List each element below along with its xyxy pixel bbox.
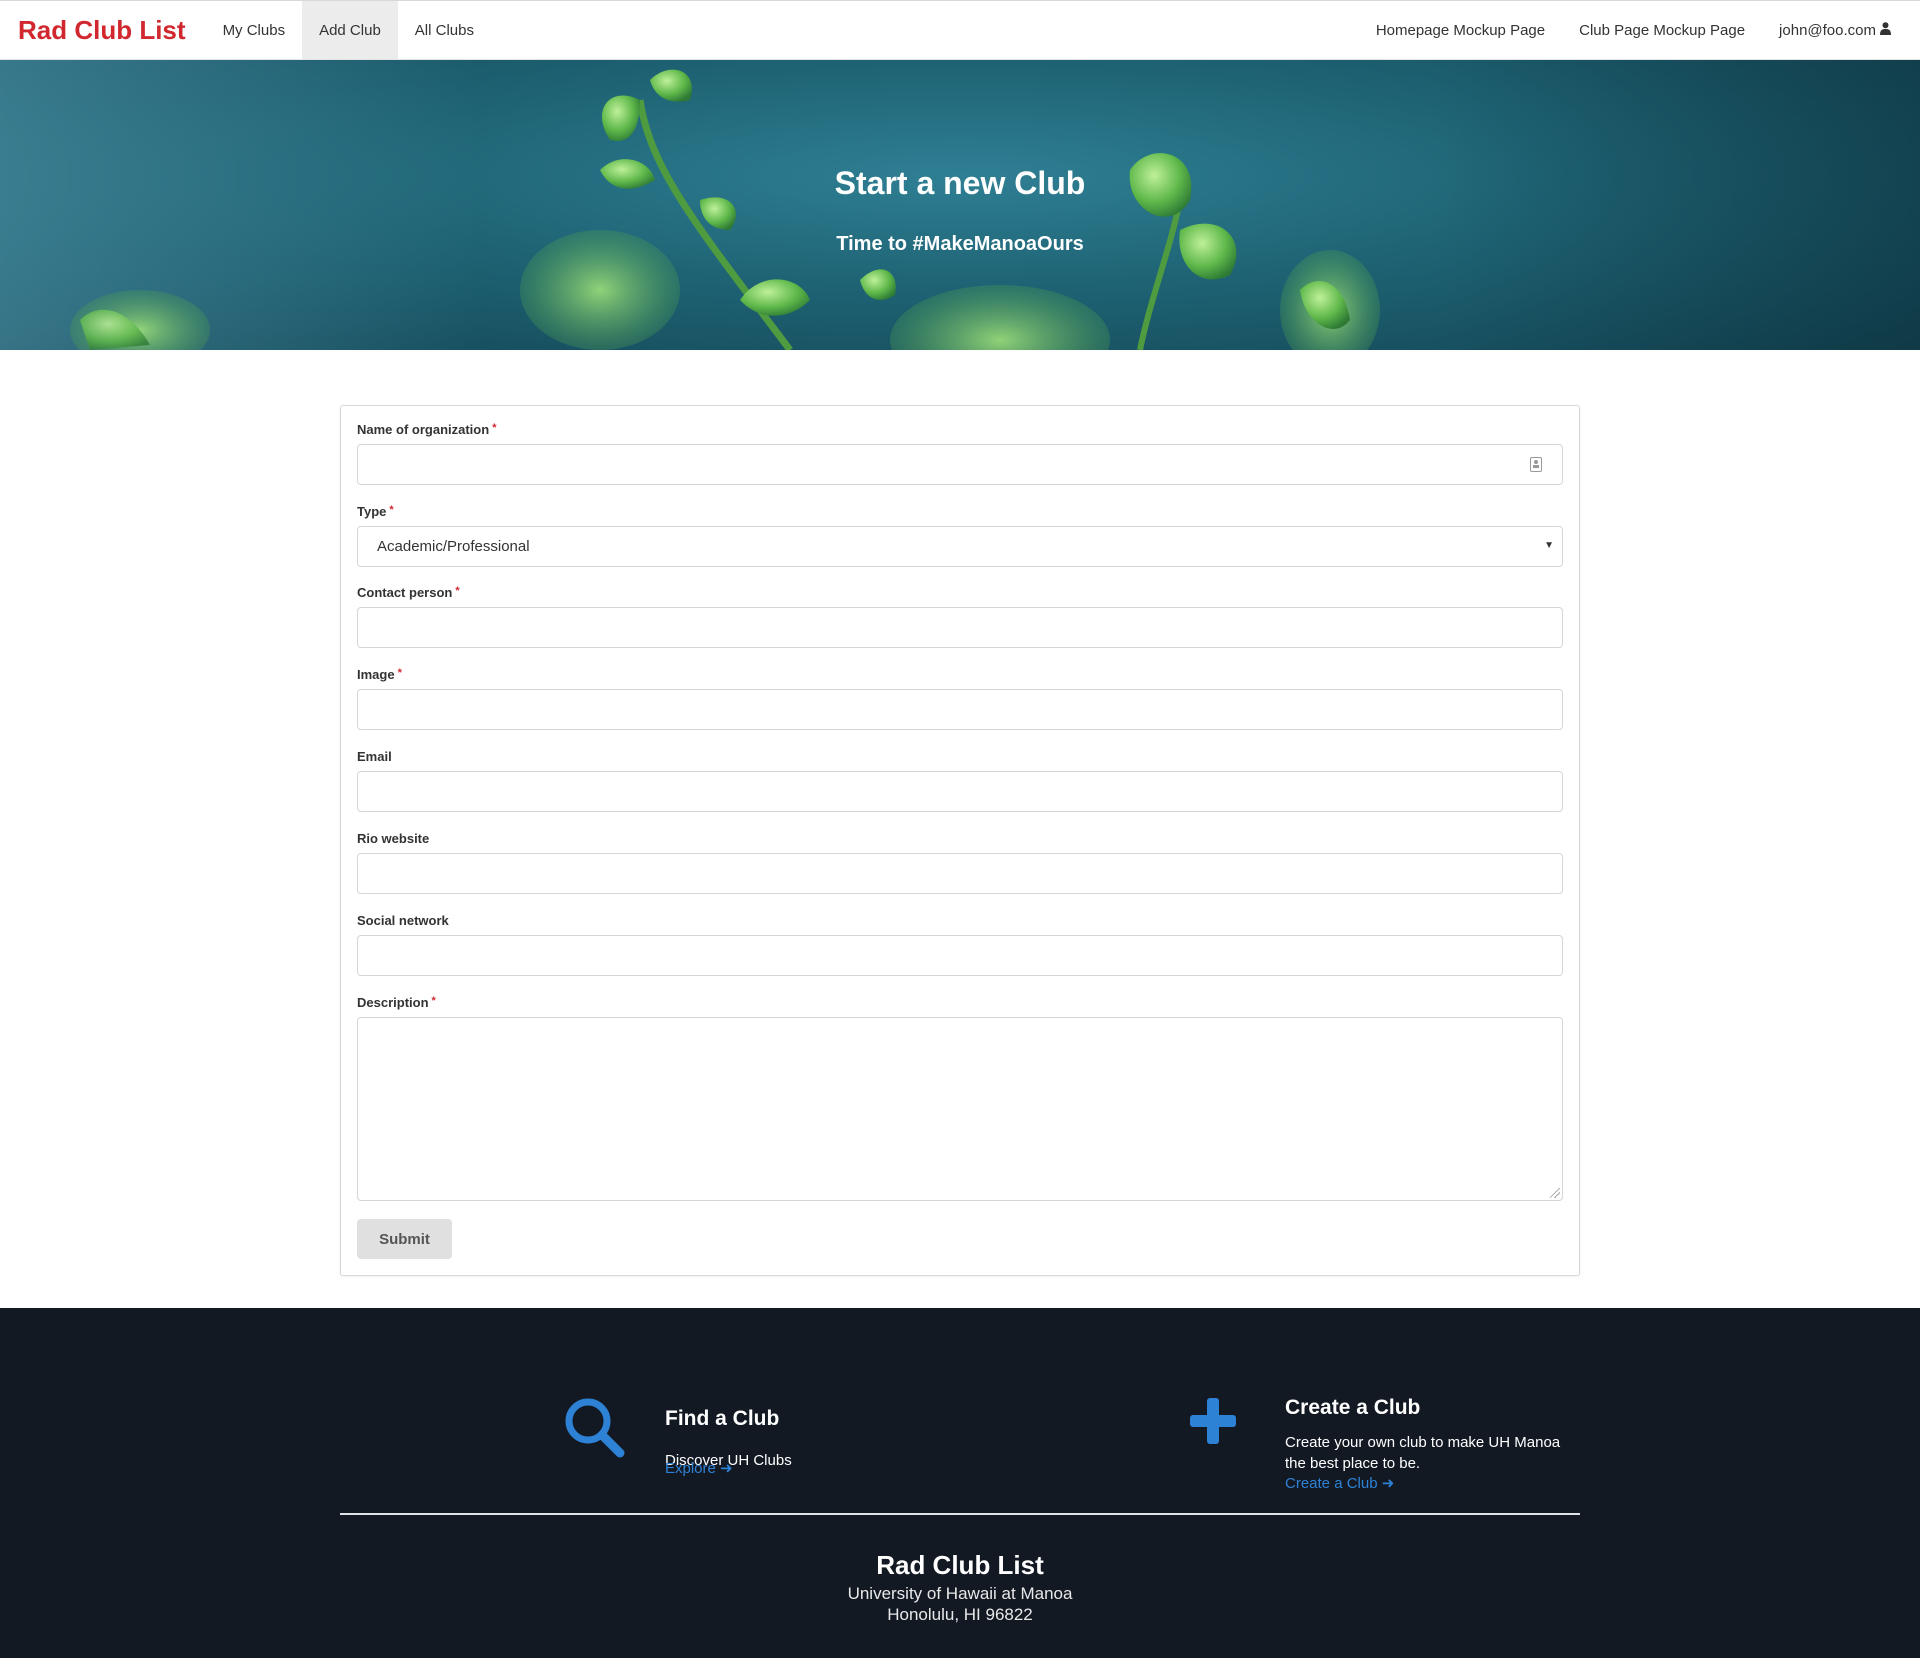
field-label: Name of organization * (357, 422, 497, 437)
find-club-title: Find a Club (665, 1407, 780, 1430)
footer-address-line2: Honolulu, HI 96822 (887, 1605, 1033, 1624)
hero-plant-image (70, 69, 1380, 350)
rio-website-input[interactable] (357, 853, 1563, 894)
field-label: Type * (357, 504, 394, 519)
nav-my-clubs[interactable]: My Clubs (206, 1, 303, 59)
contact-card-icon (1530, 457, 1542, 472)
user-icon (1880, 21, 1891, 39)
explore-link[interactable]: Explore ➜ (665, 1459, 733, 1477)
user-email: john@foo.com (1779, 21, 1876, 39)
nav-all-clubs[interactable]: All Clubs (398, 1, 491, 59)
chevron-down-icon: ▼ (1544, 540, 1554, 551)
organization-name-input[interactable] (357, 444, 1563, 485)
field-rio-website: Rio website (357, 831, 1563, 894)
hero-banner: Start a new Club Time to #MakeManoaOurs (0, 60, 1920, 350)
arrow-right-icon: ➜ (720, 1460, 733, 1477)
field-description: Description * (357, 995, 1563, 1201)
required-marker: * (455, 585, 460, 597)
hero-title: Start a new Club (834, 165, 1086, 201)
field-label: Rio website (357, 831, 430, 846)
nav-club-page-mockup[interactable]: Club Page Mockup Page (1562, 1, 1762, 59)
create-club-text-line1: Create your own club to make UH Manoa (1285, 1434, 1561, 1451)
field-label: Contact person * (357, 585, 460, 600)
required-marker: * (389, 504, 394, 516)
email-input[interactable] (357, 771, 1563, 812)
field-contact-person: Contact person * (357, 585, 1563, 648)
nav-right: Homepage Mockup Page Club Page Mockup Pa… (1359, 1, 1920, 59)
field-label: Description * (357, 995, 436, 1010)
brand-logo[interactable]: Rad Club List (0, 1, 206, 59)
footer-brand: Rad Club List (876, 1550, 1044, 1580)
field-label: Email (357, 749, 392, 764)
create-club-text-line2: the best place to be. (1285, 1455, 1421, 1472)
user-menu[interactable]: john@foo.com (1762, 1, 1908, 59)
field-type: Type * Academic/Professional ▼ (357, 504, 1563, 567)
field-email: Email (357, 749, 1563, 812)
footer: Find a Club Discover UH Clubs Explore ➜ … (0, 1308, 1920, 1658)
nav-homepage-mockup[interactable]: Homepage Mockup Page (1359, 1, 1562, 59)
description-textarea[interactable] (357, 1017, 1563, 1201)
image-input[interactable] (357, 689, 1563, 730)
footer-address-line1: University of Hawaii at Manoa (847, 1584, 1073, 1603)
field-label: Social network (357, 913, 449, 928)
required-marker: * (397, 667, 402, 679)
field-label: Image * (357, 667, 402, 682)
required-marker: * (492, 422, 497, 434)
footer-divider (340, 1513, 1580, 1515)
field-image: Image * (357, 667, 1563, 730)
create-club-title: Create a Club (1285, 1396, 1421, 1419)
field-name-of-organization: Name of organization * (357, 422, 1563, 485)
arrow-right-icon: ➜ (1381, 1475, 1395, 1492)
add-club-form: Name of organization * Type * Academic/Pro… (340, 405, 1580, 1276)
resize-handle-icon[interactable] (1550, 1188, 1560, 1198)
type-select[interactable]: Academic/Professional ▼ (357, 526, 1563, 567)
social-network-input[interactable] (357, 935, 1563, 976)
submit-button[interactable]: Submit (357, 1219, 452, 1259)
select-value: Academic/Professional (377, 538, 530, 555)
hero-subtitle: Time to #MakeManoaOurs (836, 233, 1084, 255)
field-social-network: Social network (357, 913, 1563, 976)
search-icon (565, 1398, 625, 1458)
navbar: Rad Club List My Clubs Add Club All Club… (0, 0, 1920, 60)
required-marker: * (431, 995, 436, 1007)
create-club-link[interactable]: Create a Club ➜ (1285, 1474, 1394, 1492)
nav-add-club[interactable]: Add Club (302, 1, 398, 59)
contact-person-input[interactable] (357, 607, 1563, 648)
plus-icon (1190, 1398, 1236, 1444)
